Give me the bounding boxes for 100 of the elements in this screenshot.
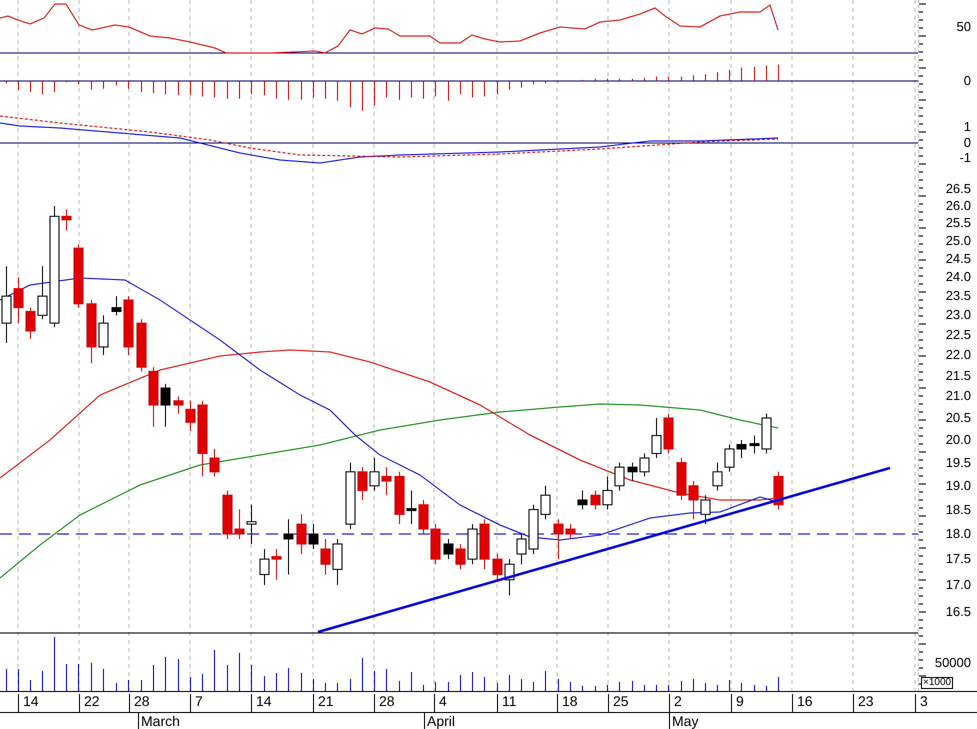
- price-axis-label: 24.5: [946, 252, 971, 265]
- candlestick: [234, 509, 244, 540]
- candlestick: [700, 494, 710, 525]
- candlestick: [652, 418, 662, 459]
- axis-label: 50: [956, 20, 971, 33]
- candlestick: [590, 490, 600, 510]
- candlestick: [284, 518, 294, 576]
- candlestick: [74, 244, 84, 308]
- price-axis-label: 21.5: [946, 368, 971, 382]
- candlestick: [480, 518, 490, 570]
- candlestick: [762, 413, 772, 454]
- candlestick: [346, 462, 356, 530]
- candlestick: [160, 383, 170, 428]
- candlestick: [62, 208, 72, 231]
- price-axis-label: 22.5: [946, 328, 971, 341]
- candlestick: [260, 548, 270, 586]
- date-label: 11: [497, 694, 517, 713]
- candlestick: [540, 485, 550, 520]
- candlestick: [418, 499, 428, 534]
- candlestick: [136, 318, 146, 372]
- date-label: 2: [669, 694, 682, 713]
- candlestick: [98, 314, 108, 356]
- date-label: 16: [792, 694, 813, 713]
- date-label: 14: [251, 694, 272, 713]
- price-axis-label: 18.0: [946, 527, 971, 540]
- candlestick: [358, 466, 368, 500]
- price-axis-label: 23.5: [946, 289, 971, 302]
- candlestick: [614, 462, 624, 491]
- candlestick: [628, 462, 638, 482]
- axis-label: 50000: [934, 656, 971, 669]
- candlestick: [736, 440, 746, 459]
- candlestick: [296, 514, 306, 555]
- candlestick: [724, 444, 734, 472]
- candlestick: [112, 296, 122, 316]
- candlestick: [14, 276, 24, 324]
- price-axis-label: 25.0: [946, 234, 971, 247]
- date-label: 9: [731, 694, 744, 713]
- candlestick: [640, 453, 650, 477]
- candlestick: [308, 524, 318, 550]
- price-axis-label: 19.0: [946, 478, 971, 492]
- candlestick: [676, 458, 686, 500]
- month-label: May: [669, 712, 698, 729]
- candlestick: [554, 518, 564, 560]
- price-axis-label: 22.0: [946, 348, 971, 361]
- date-label: 25: [608, 694, 629, 713]
- candlestick: [492, 554, 502, 580]
- candlestick: [246, 504, 256, 544]
- candlestick: [320, 538, 330, 576]
- price-axis-label: 20.0: [946, 433, 971, 446]
- date-label: 7: [190, 694, 203, 713]
- price-axis-label: 20.5: [946, 410, 971, 424]
- price-axis-label: 23.0: [946, 308, 971, 322]
- date-label: 23: [853, 694, 874, 713]
- candlestick: [516, 534, 526, 565]
- candlestick: [528, 504, 538, 555]
- candlestick: [148, 366, 158, 428]
- candlestick: [124, 296, 134, 356]
- date-label: 18: [557, 694, 578, 713]
- date-label: 22: [79, 694, 100, 713]
- candlestick: [186, 400, 196, 432]
- price-axis-label: 21.0: [946, 389, 971, 402]
- candlestick: [26, 307, 36, 340]
- candlestick: [712, 462, 722, 491]
- candlestick: [174, 396, 184, 414]
- month-label: March: [138, 712, 180, 729]
- candlestick: [332, 538, 342, 586]
- candlestick: [578, 490, 588, 510]
- candlestick: [430, 524, 440, 565]
- price-axis-label: 18.5: [946, 502, 971, 516]
- price-axis-label: 25.5: [946, 216, 971, 230]
- price-axis-label: 24.0: [946, 270, 971, 284]
- candlestick: [382, 466, 392, 496]
- candlestick: [210, 448, 220, 477]
- candlestick: [394, 471, 404, 525]
- candlestick: [664, 413, 674, 454]
- date-label: 4: [434, 694, 447, 713]
- candlestick: [444, 538, 454, 560]
- candlestick: [504, 558, 514, 596]
- candlestick: [222, 490, 232, 540]
- month-label: April: [424, 712, 456, 729]
- price-axis-label: 26.0: [946, 198, 971, 212]
- candlestick: [272, 548, 282, 580]
- price-axis-label: 17.0: [946, 578, 971, 591]
- axis-label: -1: [959, 151, 971, 164]
- axis-label: 0: [964, 136, 971, 149]
- price-axis-label: 26.5: [946, 182, 971, 195]
- axis-label: 1: [964, 120, 971, 133]
- candlestick: [750, 435, 760, 454]
- candlestick: [602, 476, 612, 510]
- price-axis-label: 17.5: [946, 552, 971, 566]
- axis-label: 0: [964, 74, 971, 87]
- date-label: 28: [374, 694, 395, 713]
- candlestick: [774, 471, 784, 510]
- price-axis-label: 19.5: [946, 456, 971, 469]
- candlestick: [406, 490, 416, 525]
- date-label: 14: [18, 694, 39, 713]
- candlestick: [456, 543, 466, 570]
- candlestick: [468, 524, 478, 565]
- price-axis-label: 16.5: [946, 604, 971, 618]
- candlestick: [38, 266, 48, 320]
